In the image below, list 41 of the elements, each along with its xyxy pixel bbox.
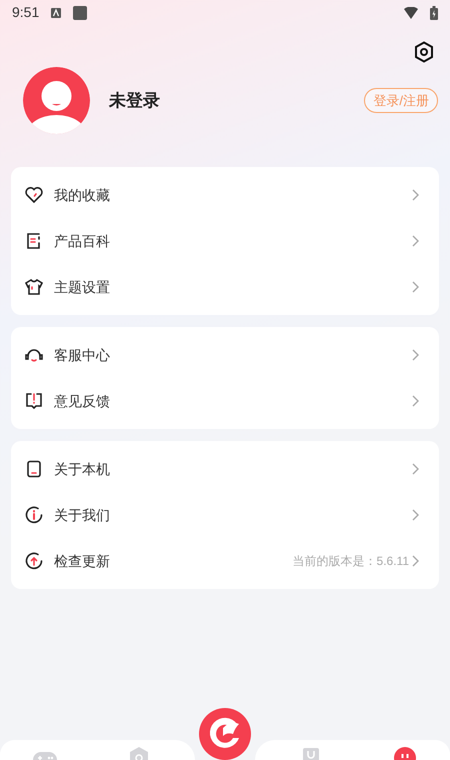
chevron-right-icon [412,395,419,407]
menu-item[interactable]: 我的收藏 [11,172,439,218]
info-icon [24,505,44,525]
menu-label: 产品百科 [54,232,111,250]
chevron-right-icon [412,463,419,475]
menu-label: 关于本机 [54,460,111,478]
menu-item[interactable]: 检查更新 当前的版本是：5.6.11 [11,538,439,584]
version-text: 当前的版本是：5.6.11 [292,553,409,570]
avatar-icon [23,67,90,134]
chevron-right-icon [412,349,419,361]
menu-label: 关于我们 [54,506,111,524]
battery-icon [430,6,438,20]
username: 未登录 [109,90,161,112]
menu-label: 主题设置 [54,278,111,296]
tablet-icon [24,459,44,479]
upload-icon [24,551,44,571]
app-notification-icon [73,6,88,20]
wifi-icon [404,6,418,18]
app-logo-icon[interactable] [199,708,251,760]
menu-item[interactable]: 客服中心 [11,332,439,378]
menu-label: 意见反馈 [54,392,111,410]
menu-item[interactable]: 关于我们 [11,492,439,538]
message-alert-icon [24,391,44,411]
chevron-right-icon [412,555,419,567]
settings-icon[interactable] [414,41,434,63]
menu-label: 我的收藏 [54,186,111,204]
chevron-right-icon [412,235,419,247]
menu-item[interactable]: 意见反馈 [11,378,439,424]
menu-item[interactable]: 主题设置 [11,264,439,310]
face-icon[interactable] [392,746,418,760]
chevron-right-icon [412,189,419,201]
chevron-right-icon [412,281,419,293]
menu-label: 检查更新 [54,552,111,570]
shirt-icon [24,277,44,297]
menu-item[interactable]: 产品百科 [11,218,439,264]
menu-label: 客服中心 [54,346,111,364]
menu-item[interactable]: 关于本机 [11,446,439,492]
heart-icon [24,185,44,205]
status-time: 9:51 [12,3,40,22]
chevron-right-icon [412,509,419,521]
notification-icon [51,8,62,18]
